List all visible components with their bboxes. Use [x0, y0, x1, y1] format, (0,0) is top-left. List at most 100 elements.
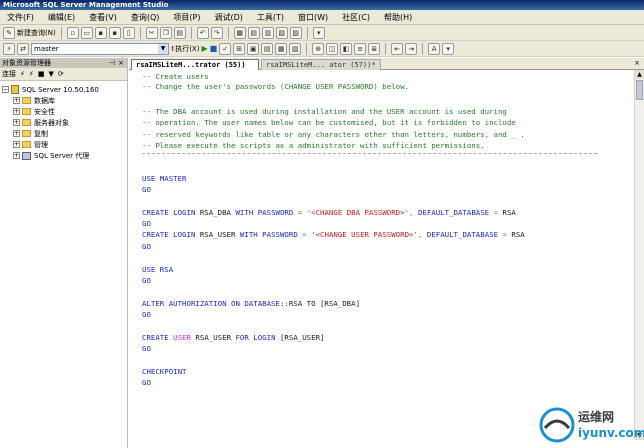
menu-view[interactable]: 查看(V) — [82, 10, 124, 25]
tree-node-replication[interactable]: + 复制 — [2, 128, 127, 139]
chevron-down-icon[interactable]: ▼ — [158, 43, 168, 54]
copy-icon[interactable]: ❐ — [159, 26, 172, 39]
connect-icon[interactable]: ⚡ — [20, 70, 25, 78]
tree-node-management[interactable]: + 管理 — [2, 139, 127, 150]
expand-icon[interactable]: + — [13, 152, 20, 159]
filter-icon[interactable]: ▼ — [48, 70, 53, 78]
redo-icon[interactable]: ↷ — [210, 26, 223, 39]
expand-icon[interactable]: + — [13, 108, 20, 115]
collapse-icon[interactable]: − — [2, 86, 9, 93]
folder-icon — [22, 141, 31, 148]
results-to-text-icon[interactable]: ▤ — [261, 42, 274, 55]
code-line: GO — [142, 344, 151, 353]
comment-out-icon[interactable]: ≡ — [354, 42, 367, 55]
uncomment-icon[interactable]: ≣ — [368, 42, 381, 55]
watermark-text: 运维网 — [578, 410, 615, 424]
menu-project[interactable]: 项目(P) — [166, 10, 207, 25]
connect-dropdown[interactable]: 连接 — [2, 69, 16, 79]
tree-node-server[interactable]: − SQL Server 10.50.160 — [2, 84, 127, 95]
watermark-logo-icon — [539, 407, 575, 443]
save-icon[interactable]: ▪ — [94, 26, 107, 39]
decrease-indent-icon[interactable]: ⇤ — [391, 42, 404, 55]
object-explorer-title: 对象资源管理器 — [2, 59, 51, 67]
tab-query-55[interactable]: rsaIMSLiteM...trator (55)) — [131, 59, 259, 70]
menu-edit[interactable]: 编辑(E) — [41, 10, 82, 25]
sqlcmd-icon[interactable]: ◧ — [340, 42, 353, 55]
database-select[interactable]: master ▼ — [31, 42, 169, 55]
increase-indent-icon[interactable]: ⇥ — [405, 42, 418, 55]
toolbox-icon[interactable]: ▨ — [289, 26, 302, 39]
standard-toolbar: ✎ 新建查询(N) ▫ ▭ ▪ ▪ ▯ ✂ ❐ ▤ ↶ ↷ ▦ ▤ ▥ ▧ ▨ … — [0, 25, 644, 41]
tree-node-security[interactable]: + 安全性 — [2, 106, 127, 117]
code-keyword: USE — [142, 265, 156, 274]
code-line: -- reserved keywords like table or any c… — [142, 130, 525, 139]
close-icon[interactable]: × — [118, 58, 124, 68]
change-connection-icon[interactable]: ⇄ — [17, 42, 29, 55]
tab-label: rsaIMSLiteM... ator (57))* — [266, 61, 376, 69]
save-all-icon[interactable]: ▪ — [108, 26, 121, 39]
parse-icon[interactable]: ✓ — [219, 42, 232, 55]
expand-icon[interactable]: + — [13, 141, 20, 148]
paste-icon[interactable]: ▤ — [173, 26, 186, 39]
object-explorer-icon[interactable]: ▤ — [247, 26, 260, 39]
display-plan-icon[interactable]: ⊞ — [233, 42, 246, 55]
folder-icon — [22, 119, 31, 126]
query-designer-icon[interactable]: ▣ — [247, 42, 260, 55]
menu-debug[interactable]: 调试(D) — [207, 10, 249, 25]
options-icon[interactable]: ▾ — [312, 26, 325, 39]
menu-tools[interactable]: 工具(T) — [250, 10, 291, 25]
watermark: 运维网 iyunv.com — [538, 404, 644, 446]
close-tab-icon[interactable]: × — [634, 59, 640, 67]
cut-icon[interactable]: ✂ — [145, 26, 158, 39]
template-explorer-icon[interactable]: ▥ — [261, 26, 274, 39]
agent-icon — [22, 151, 31, 160]
code-identifier: [RSA_DBA] — [319, 299, 361, 308]
expand-icon[interactable]: + — [13, 119, 20, 126]
disconnect-icon[interactable]: ⚡ — [29, 70, 34, 78]
include-plan-icon[interactable]: ⊕ — [312, 42, 325, 55]
expand-icon[interactable]: + — [13, 130, 20, 137]
cancel-query-icon[interactable]: ■ — [210, 44, 218, 53]
properties-icon[interactable]: ▧ — [275, 26, 288, 39]
client-stats-icon[interactable]: ◫ — [326, 42, 339, 55]
menu-file[interactable]: 文件(F) — [0, 10, 41, 25]
menu-window[interactable]: 窗口(W) — [291, 10, 335, 25]
tree-node-agent[interactable]: + SQL Server 代理 — [2, 150, 127, 161]
refresh-icon[interactable]: ⟳ — [58, 70, 64, 78]
tree-node-label: SQL Server 10.50.160 — [22, 85, 99, 94]
registered-servers-icon[interactable]: ▦ — [233, 26, 246, 39]
database-select-value: master — [34, 44, 59, 53]
pin-icon[interactable]: ⊣ — [109, 58, 115, 68]
results-to-file-icon[interactable]: ▧ — [289, 42, 302, 55]
tree-node-databases[interactable]: + 数据库 — [2, 95, 127, 106]
code-keyword: CREATE — [142, 208, 169, 217]
toolbar-separator — [385, 42, 387, 55]
scrollbar-thumb[interactable] — [636, 80, 643, 100]
results-to-grid-icon[interactable]: ▦ — [275, 42, 288, 55]
menu-query[interactable]: 查询(Q) — [124, 10, 167, 25]
connect-icon[interactable]: ⚡ — [3, 42, 15, 55]
code-identifier: RSA — [502, 208, 516, 217]
new-query-icon[interactable]: ✎ — [3, 26, 15, 39]
new-query-button[interactable]: 新建查询(N) — [17, 28, 56, 38]
scroll-up-icon[interactable]: ▲ — [635, 70, 644, 79]
toolbar-options-icon[interactable]: ▾ — [442, 42, 455, 55]
tree-node-server-objects[interactable]: + 服务器对象 — [2, 117, 127, 128]
tab-query-57[interactable]: rsaIMSLiteM... ator (57))* — [261, 59, 381, 70]
title-bar: Microsoft SQL Server Management Studio — [0, 0, 644, 10]
execute-button[interactable]: ! 执行(X) — [171, 44, 199, 54]
vertical-scrollbar[interactable]: ▲ ▼ — [634, 70, 644, 440]
menu-community[interactable]: 社区(C) — [335, 10, 377, 25]
code-keyword: WITH PASSWORD — [235, 208, 294, 217]
specify-values-icon[interactable]: A — [428, 42, 441, 55]
open-icon[interactable]: ▯ — [122, 26, 135, 39]
query-editor[interactable]: -- Create users -- Change the user's pas… — [129, 70, 634, 448]
menu-help[interactable]: 帮助(H) — [377, 10, 419, 25]
expand-icon[interactable]: + — [13, 97, 20, 104]
new-file-icon[interactable]: ▫ — [66, 26, 79, 39]
open-file-icon[interactable]: ▭ — [80, 26, 93, 39]
undo-icon[interactable]: ↶ — [196, 26, 209, 39]
debug-icon[interactable]: ▶ — [201, 44, 207, 53]
code-operator: = — [489, 208, 503, 217]
stop-icon[interactable]: ■ — [38, 70, 45, 78]
